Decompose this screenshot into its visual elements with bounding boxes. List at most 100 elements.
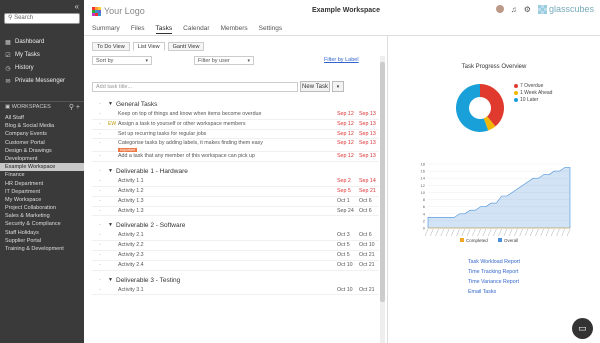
collapse-sidebar-icon[interactable]: « [75, 2, 79, 11]
task-row[interactable]: ◦ Activity 1.2 Sep 5 Sep 21 [92, 187, 379, 197]
report-link[interactable]: Task Workload Report [468, 259, 520, 269]
task-title[interactable]: Set up recurring tasks for regular jobs [118, 130, 337, 140]
task-group-header[interactable]: ◦ ▼ Deliverable 1 - Hardware [92, 166, 379, 177]
report-link[interactable]: Time Tracking Report [468, 269, 520, 279]
search-input[interactable]: ⚲ Search [4, 13, 80, 24]
complete-checkbox-icon[interactable]: ◦ [92, 251, 108, 261]
bell-icon[interactable]: ♫ [511, 5, 517, 14]
task-title[interactable]: Activity 1.2 [118, 187, 337, 197]
complete-checkbox-icon[interactable]: ◦ [92, 139, 108, 149]
workspace-item[interactable]: Blog & Social Media [0, 122, 84, 130]
caret-down-icon[interactable]: ▼ [108, 166, 116, 177]
workspace-item[interactable]: Design & Drawings [0, 147, 84, 155]
new-task-button[interactable]: New Task [300, 81, 330, 92]
task-row[interactable]: ◦ Categorise tasks by adding labels, it m… [92, 139, 379, 153]
chat-icon[interactable]: ▭ [572, 318, 593, 339]
task-title[interactable]: Assign a task to yourself or other works… [118, 120, 337, 130]
tab-calendar[interactable]: Calendar [183, 25, 209, 34]
workspace-item[interactable]: My Workspace [0, 196, 84, 204]
workspace-item[interactable]: Development [0, 155, 84, 163]
tab-settings[interactable]: Settings [259, 25, 283, 34]
add-workspace-icon[interactable]: + [76, 104, 80, 111]
workspace-item[interactable]: Sales & Marketing [0, 212, 84, 220]
workspace-item[interactable]: All Staff [0, 114, 84, 122]
workspace-item[interactable]: Project Collaboration [0, 204, 84, 212]
task-group-header[interactable]: ◦ ▼ Deliverable 3 - Testing [92, 275, 379, 286]
complete-checkbox-icon[interactable]: ◦ [92, 187, 108, 197]
task-title[interactable]: Activity 1.1 [118, 177, 337, 187]
complete-checkbox-icon[interactable]: ◦ [92, 120, 108, 130]
filter-user-select[interactable]: Filter by user ▾ [194, 56, 254, 65]
view-to-do-view[interactable]: To Do View [92, 42, 130, 51]
task-title[interactable]: Activity 2.4 [118, 261, 337, 271]
task-title[interactable]: Add a task that any member of this works… [118, 152, 337, 162]
workspace-item[interactable]: HR Department [0, 180, 84, 188]
task-title[interactable]: Activity 1.3 [118, 197, 337, 207]
task-row[interactable]: ◦ Activity 2.3 Oct 5 Oct 21 [92, 251, 379, 261]
complete-checkbox-icon[interactable]: ◦ [92, 197, 108, 207]
sidebar-item-private-messenger[interactable]: ✉ Private Messenger [0, 75, 84, 88]
task-row[interactable]: ◦ Activity 3.1 Oct 10 Oct 21 [92, 286, 379, 296]
circle-icon[interactable]: ◦ [92, 166, 108, 177]
new-task-dropdown-icon[interactable]: ▾ [332, 81, 344, 92]
circle-icon[interactable]: ◦ [92, 220, 108, 231]
task-title[interactable]: Keep on top of things and know when item… [118, 110, 337, 120]
workspace-item[interactable]: Example Workspace [0, 163, 84, 172]
task-row[interactable]: ◦ Activity 1.1 Sep 2 Sep 14 [92, 177, 379, 187]
workspace-item[interactable]: Staff Holidays [0, 229, 84, 237]
task-row[interactable]: ◦ Activity 2.4 Oct 10 Oct 21 [92, 261, 379, 271]
task-title[interactable]: Activity 2.3 [118, 251, 337, 261]
tab-summary[interactable]: Summary [92, 25, 120, 34]
report-link[interactable]: Email Tasks [468, 289, 520, 299]
task-title[interactable]: Categorise tasks by adding labels, it ma… [118, 139, 337, 153]
avatar[interactable] [495, 5, 504, 13]
caret-down-icon[interactable]: ▼ [108, 99, 116, 110]
task-row[interactable]: ◦ Add a task that any member of this work… [92, 152, 379, 163]
task-row[interactable]: ◦ Set up recurring tasks for regular jobs… [92, 130, 379, 140]
circle-icon[interactable]: ◦ [92, 275, 108, 286]
task-row[interactable]: ◦ Keep on top of things and know when ite… [92, 110, 379, 120]
complete-checkbox-icon[interactable]: ◦ [92, 207, 108, 217]
complete-checkbox-icon[interactable]: ◦ [92, 110, 108, 120]
task-title[interactable]: Activity 1.3 [118, 207, 337, 217]
complete-checkbox-icon[interactable]: ◦ [92, 241, 108, 251]
sidebar-item-dashboard[interactable]: ▦ Dashboard [0, 36, 84, 49]
tab-files[interactable]: Files [131, 25, 145, 34]
workspace-item[interactable]: Company Events [0, 130, 84, 138]
scrollbar[interactable] [380, 56, 385, 343]
task-row[interactable]: ◦ Activity 2.1 Oct 3 Oct 6 [92, 231, 379, 242]
task-title[interactable]: Activity 2.2 [118, 241, 337, 251]
workspace-item[interactable]: Finance [0, 171, 84, 179]
workspace-item[interactable]: IT Department [0, 188, 84, 196]
tab-members[interactable]: Members [221, 25, 248, 34]
gear-icon[interactable]: ⚙ [524, 5, 531, 14]
sidebar-item-history[interactable]: ◷ History [0, 62, 84, 75]
task-row[interactable]: ◦ EW Assign a task to yourself or other wo… [92, 120, 379, 130]
task-row[interactable]: ◦ Activity 1.3 Oct 1 Oct 6 [92, 197, 379, 207]
task-title[interactable]: Activity 3.1 [118, 286, 337, 296]
tab-tasks[interactable]: Tasks [155, 25, 173, 34]
sidebar-item-my-tasks[interactable]: ☑ My Tasks [0, 49, 84, 62]
circle-icon[interactable]: ◦ [92, 99, 108, 110]
complete-checkbox-icon[interactable]: ◦ [92, 261, 108, 271]
complete-checkbox-icon[interactable]: ◦ [92, 152, 108, 162]
view-gantt-view[interactable]: Gantt View [167, 42, 205, 51]
filter-by-label-link[interactable]: Filter by Label [324, 57, 359, 63]
task-row[interactable]: ◦ Activity 1.3 Sep 24 Oct 6 [92, 207, 379, 217]
complete-checkbox-icon[interactable]: ◦ [92, 231, 108, 241]
view-list-view[interactable]: List View [132, 42, 165, 51]
sort-select[interactable]: Sort by ▾ [92, 56, 152, 65]
new-task-input[interactable]: Add task title... [92, 82, 298, 92]
search-workspaces-icon[interactable]: ⚲ [69, 104, 74, 111]
complete-checkbox-icon[interactable]: ◦ [92, 130, 108, 140]
caret-down-icon[interactable]: ▼ [108, 275, 116, 286]
caret-down-icon[interactable]: ▼ [108, 220, 116, 231]
complete-checkbox-icon[interactable]: ◦ [92, 177, 108, 187]
report-link[interactable]: Time Variance Report [468, 279, 520, 289]
workspace-item[interactable]: Security & Compliance [0, 220, 84, 228]
task-group-header[interactable]: ◦ ▼ Deliverable 2 - Software [92, 220, 379, 231]
task-title[interactable]: Activity 2.1 [118, 231, 337, 241]
workspace-item[interactable]: Training & Development [0, 245, 84, 253]
workspace-item[interactable]: Supplier Portal [0, 237, 84, 245]
complete-checkbox-icon[interactable]: ◦ [92, 286, 108, 296]
